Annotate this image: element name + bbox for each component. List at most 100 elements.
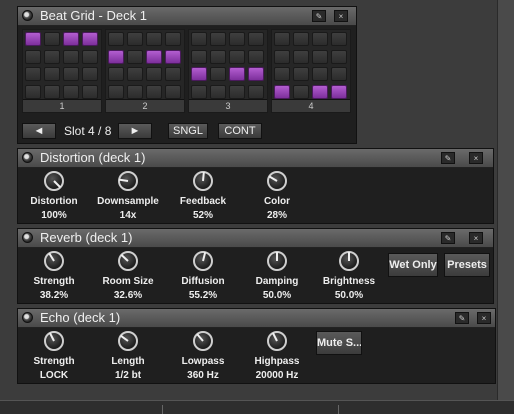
beat-cell[interactable] <box>82 84 98 99</box>
knob-dial[interactable] <box>267 251 287 271</box>
beat-cell[interactable] <box>191 67 207 81</box>
beat-cell[interactable] <box>191 49 207 64</box>
beat-cell[interactable] <box>127 67 143 81</box>
beat-cell[interactable] <box>146 67 162 81</box>
knob-dial[interactable] <box>118 171 138 191</box>
beat-cell[interactable] <box>146 32 162 46</box>
beat-cell[interactable] <box>312 49 328 64</box>
knob-dial[interactable] <box>118 251 138 271</box>
beat-cell[interactable] <box>274 32 290 46</box>
beat-cell[interactable] <box>248 49 264 64</box>
beat-cell[interactable] <box>210 67 226 81</box>
knob-dial[interactable] <box>118 331 138 351</box>
knob-indicator <box>272 332 278 342</box>
prev-slot-button[interactable]: ◄ <box>22 123 56 139</box>
beat-cell[interactable] <box>293 84 309 99</box>
knob-dial[interactable] <box>44 331 64 351</box>
beat-cell[interactable] <box>44 32 60 46</box>
power-icon[interactable] <box>22 312 33 323</box>
beat-cell[interactable] <box>44 67 60 81</box>
beat-cell[interactable] <box>165 67 181 81</box>
beat-cell[interactable] <box>127 84 143 99</box>
beat-cell[interactable] <box>331 49 347 64</box>
beat-cell[interactable] <box>191 32 207 46</box>
beat-cell[interactable] <box>108 49 124 64</box>
beat-cell[interactable] <box>229 49 245 64</box>
knob-dial[interactable] <box>267 171 287 191</box>
close-button[interactable]: × <box>334 10 348 22</box>
beat-cell[interactable] <box>293 67 309 81</box>
knob-dial[interactable] <box>44 251 64 271</box>
beat-cell[interactable] <box>274 49 290 64</box>
beat-cell[interactable] <box>274 84 290 99</box>
beat-cell[interactable] <box>165 84 181 99</box>
beat-cell[interactable] <box>248 32 264 46</box>
close-button[interactable]: × <box>469 152 483 164</box>
knob-dial[interactable] <box>193 171 213 191</box>
next-slot-button[interactable]: ► <box>118 123 152 139</box>
edit-button[interactable]: ✎ <box>441 232 455 244</box>
knob-value: 14x <box>119 210 137 221</box>
beat-cell[interactable] <box>108 32 124 46</box>
beat-cell[interactable] <box>331 84 347 99</box>
beat-cell[interactable] <box>293 49 309 64</box>
beat-cell[interactable] <box>108 67 124 81</box>
beat-cell[interactable] <box>25 67 41 81</box>
knob-dial[interactable] <box>267 331 287 351</box>
beat-cell[interactable] <box>82 32 98 46</box>
beat-cell[interactable] <box>44 84 60 99</box>
beat-cell[interactable] <box>248 67 264 81</box>
beat-cell[interactable] <box>165 32 181 46</box>
power-icon[interactable] <box>22 152 33 163</box>
knob-value: 100% <box>41 210 67 221</box>
beat-cell[interactable] <box>44 49 60 64</box>
mute-button[interactable]: Mute S... <box>316 331 362 355</box>
beat-cell[interactable] <box>25 49 41 64</box>
beat-cell[interactable] <box>293 32 309 46</box>
beat-cell[interactable] <box>63 84 79 99</box>
edit-button[interactable]: ✎ <box>441 152 455 164</box>
knob-label: Length <box>111 356 145 367</box>
power-icon[interactable] <box>22 232 33 243</box>
knob-dial[interactable] <box>193 331 213 351</box>
beat-cell[interactable] <box>82 67 98 81</box>
knob-dial[interactable] <box>193 251 213 271</box>
beat-cell[interactable] <box>127 49 143 64</box>
beat-cell[interactable] <box>108 84 124 99</box>
beat-cell[interactable] <box>274 67 290 81</box>
edit-button[interactable]: ✎ <box>312 10 326 22</box>
beat-cell[interactable] <box>25 32 41 46</box>
beat-cell[interactable] <box>312 84 328 99</box>
beat-cell[interactable] <box>146 49 162 64</box>
power-icon[interactable] <box>22 10 33 21</box>
beat-cell[interactable] <box>210 49 226 64</box>
knob-dial[interactable] <box>339 251 359 271</box>
close-button[interactable]: × <box>469 232 483 244</box>
sngl-button[interactable]: SNGL <box>168 123 208 139</box>
beat-cell[interactable] <box>82 49 98 64</box>
knob-dial[interactable] <box>44 171 64 191</box>
presets-button[interactable]: Presets <box>444 253 490 277</box>
beat-cell[interactable] <box>210 84 226 99</box>
close-button[interactable]: × <box>477 312 491 324</box>
beat-cell[interactable] <box>63 49 79 64</box>
beat-cell[interactable] <box>165 49 181 64</box>
cont-button[interactable]: CONT <box>218 123 262 139</box>
wet-only-button[interactable]: Wet Only <box>388 253 438 277</box>
beat-cell[interactable] <box>25 84 41 99</box>
beat-cell[interactable] <box>229 67 245 81</box>
beat-cell[interactable] <box>248 84 264 99</box>
beat-cell[interactable] <box>146 84 162 99</box>
beat-cell[interactable] <box>331 32 347 46</box>
beat-cell[interactable] <box>331 67 347 81</box>
beat-cell[interactable] <box>229 32 245 46</box>
edit-button[interactable]: ✎ <box>455 312 469 324</box>
beat-cell[interactable] <box>63 67 79 81</box>
beat-cell[interactable] <box>210 32 226 46</box>
beat-cell[interactable] <box>63 32 79 46</box>
beat-cell[interactable] <box>127 32 143 46</box>
beat-cell[interactable] <box>191 84 207 99</box>
beat-cell[interactable] <box>312 67 328 81</box>
beat-cell[interactable] <box>312 32 328 46</box>
beat-cell[interactable] <box>229 84 245 99</box>
